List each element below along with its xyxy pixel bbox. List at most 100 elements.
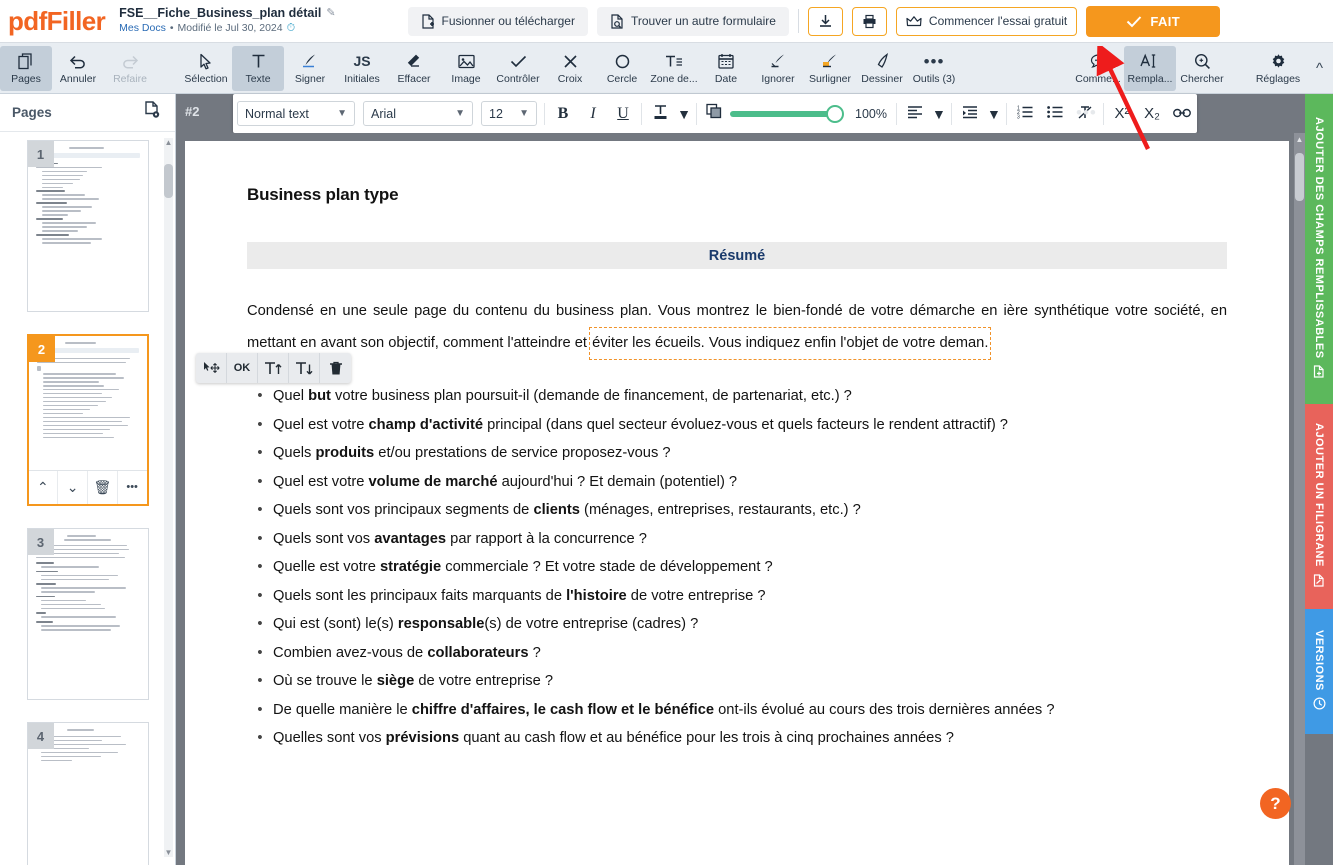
move-field-icon[interactable] (196, 353, 227, 383)
superscript-button[interactable]: X² (1107, 99, 1137, 129)
tool-erase[interactable]: Effacer (388, 46, 440, 91)
pdffiller-logo[interactable]: pdfFiller (0, 6, 106, 37)
document-paragraph[interactable]: Condensé en une seule page du contenu du… (247, 296, 1227, 360)
document-viewport[interactable]: Business plan type Résumé Condensé en un… (176, 133, 1305, 865)
tool-selection[interactable]: Sélection (180, 46, 232, 91)
scroll-down-icon[interactable]: ▼ (164, 848, 173, 857)
tool-undo[interactable]: Annuler (52, 46, 104, 91)
tool-initials[interactable]: JS Initiales (336, 46, 388, 91)
help-button[interactable]: ? (1260, 788, 1291, 819)
tool-draw[interactable]: Dessiner (856, 46, 908, 91)
opacity-control[interactable]: 100% (700, 103, 893, 124)
underline-button[interactable]: U (608, 99, 638, 129)
pages-scroll-thumb[interactable] (164, 164, 173, 198)
find-another-form-button[interactable]: Trouver un autre formulaire (596, 6, 789, 36)
tool-search[interactable]: Chercher (1176, 46, 1228, 91)
document-scrollbar[interactable]: ▲ (1294, 133, 1305, 865)
page-settings-icon[interactable] (144, 101, 161, 124)
bullet-list-button[interactable] (1040, 99, 1070, 129)
tool-circle[interactable]: Cercle (596, 46, 648, 91)
paragraph-style-value: Normal text (245, 106, 309, 121)
tool-blackout[interactable]: Ignorer (752, 46, 804, 91)
document-page[interactable]: Business plan type Résumé Condensé en un… (185, 141, 1289, 865)
main-toolbar: Pages Annuler Refaire Sélection Texte Si… (0, 43, 1333, 94)
scroll-up-icon[interactable]: ▲ (164, 138, 173, 147)
tool-highlight[interactable]: Surligner (804, 46, 856, 91)
link-button[interactable] (1167, 99, 1197, 129)
tool-check[interactable]: Contrôler (492, 46, 544, 91)
font-family-select[interactable]: Arial ▼ (363, 101, 473, 126)
done-button[interactable]: FAIT (1086, 5, 1221, 37)
decrease-font-icon[interactable] (289, 353, 320, 383)
bold-button[interactable]: B (548, 99, 578, 129)
tool-cross[interactable]: Croix (544, 46, 596, 91)
thumbnail-item[interactable]: 2 ⌃ ⌄ 🗑 ••• (26, 334, 149, 506)
thumbnail-actions[interactable]: ⌃ ⌄ 🗑 ••• (28, 470, 147, 504)
pages-panel-header: Pages (0, 94, 175, 132)
merge-or-download-button[interactable]: Fusionner ou télécharger (407, 6, 588, 36)
chevron-down-icon: ▼ (519, 108, 529, 119)
move-up-icon[interactable]: ⌃ (29, 471, 59, 504)
tool-textbox[interactable]: Zone de... (648, 46, 700, 91)
delete-icon[interactable]: 🗑 (88, 471, 118, 504)
increase-font-icon[interactable] (258, 353, 289, 383)
format-more-button[interactable]: ••• (1076, 103, 1097, 123)
editable-text-field[interactable]: éviter les écueils. Vous indiquez enfin … (589, 327, 992, 360)
tool-pages[interactable]: Pages (0, 45, 52, 91)
thumbnail-item[interactable]: 1 (26, 140, 149, 312)
paragraph-style-select[interactable]: Normal text ▼ (237, 101, 355, 126)
inline-field-toolbar[interactable]: OK (196, 353, 351, 383)
thumbnail-item[interactable]: 3 (26, 528, 149, 700)
start-free-trial-button[interactable]: Commencer l'essai gratuit (895, 6, 1078, 36)
format-divider (950, 102, 952, 125)
align-button[interactable] (900, 99, 930, 129)
pencil-icon[interactable]: ✎ (326, 7, 335, 21)
chevron-up-icon[interactable]: ^ (1316, 60, 1323, 77)
tool-replace-text[interactable]: Rempla... (1124, 45, 1176, 91)
document-scroll-thumb[interactable] (1295, 153, 1304, 201)
pages-panel-scrollbar[interactable]: ▲ ▼ (164, 138, 173, 857)
delete-icon[interactable] (320, 353, 351, 383)
pages-thumbnail-list[interactable]: 1 2 ⌃ ⌄ 🗑 ••• 3 4 (0, 132, 175, 865)
text-color-dropdown[interactable]: ▼ (675, 99, 693, 129)
text-color-icon (653, 104, 668, 123)
font-size-select[interactable]: 12 ▼ (481, 101, 537, 126)
paragraph-line-1: Condensé en une seule page du contenu du… (247, 303, 998, 319)
page-thumbnail-4[interactable]: 4 (26, 722, 149, 865)
opacity-slider[interactable] (730, 104, 848, 123)
page-thumbnail-1[interactable]: 1 (26, 140, 149, 312)
italic-button[interactable]: I (578, 99, 608, 129)
tool-settings[interactable]: Réglages (1252, 46, 1304, 91)
ordered-list-button[interactable]: 123 (1010, 99, 1040, 129)
rail-tab-versions[interactable]: VERSIONS (1305, 609, 1333, 734)
page-thumbnail-2[interactable]: 2 ⌃ ⌄ 🗑 ••• (26, 334, 149, 506)
breadcrumb-mes-docs[interactable]: Mes Docs (119, 22, 166, 35)
subscript-button[interactable]: X₂ (1137, 99, 1167, 129)
print-button[interactable] (851, 6, 887, 36)
align-dropdown[interactable]: ▼ (930, 99, 948, 129)
tool-text[interactable]: Texte (232, 45, 284, 91)
move-down-icon[interactable]: ⌄ (58, 471, 88, 504)
slider-knob[interactable] (826, 104, 844, 123)
tool-comment[interactable]: Comme... (1072, 46, 1124, 91)
rail-tab-add-fillable-fields[interactable]: AJOUTER DES CHAMPS REMPLISSABLES (1305, 94, 1333, 404)
tool-image[interactable]: Image (440, 46, 492, 91)
tool-redo[interactable]: Refaire (104, 46, 156, 91)
rail-tab-add-watermark[interactable]: AJOUTER UN FILIGRANE (1305, 404, 1333, 609)
chevron-down-icon: ▼ (455, 108, 465, 119)
ok-icon[interactable]: OK (227, 353, 258, 383)
tool-date[interactable]: Date (700, 46, 752, 91)
thumbnail-item[interactable]: 4 (26, 722, 149, 865)
bullet-bold: avantages (374, 530, 447, 547)
clock-icon: ⏱ (286, 21, 296, 34)
section-band-label: Résumé (708, 247, 766, 264)
tool-more-tools[interactable]: ••• Outils (3) (908, 46, 960, 91)
indent-button[interactable] (955, 99, 985, 129)
text-color-button[interactable] (645, 99, 675, 129)
tool-sign[interactable]: Signer (284, 46, 336, 91)
download-button[interactable] (807, 6, 843, 36)
scroll-up-icon[interactable]: ▲ (1294, 135, 1305, 144)
page-thumbnail-3[interactable]: 3 (26, 528, 149, 700)
more-dots-icon[interactable]: ••• (118, 471, 147, 504)
indent-dropdown[interactable]: ▼ (985, 99, 1003, 129)
